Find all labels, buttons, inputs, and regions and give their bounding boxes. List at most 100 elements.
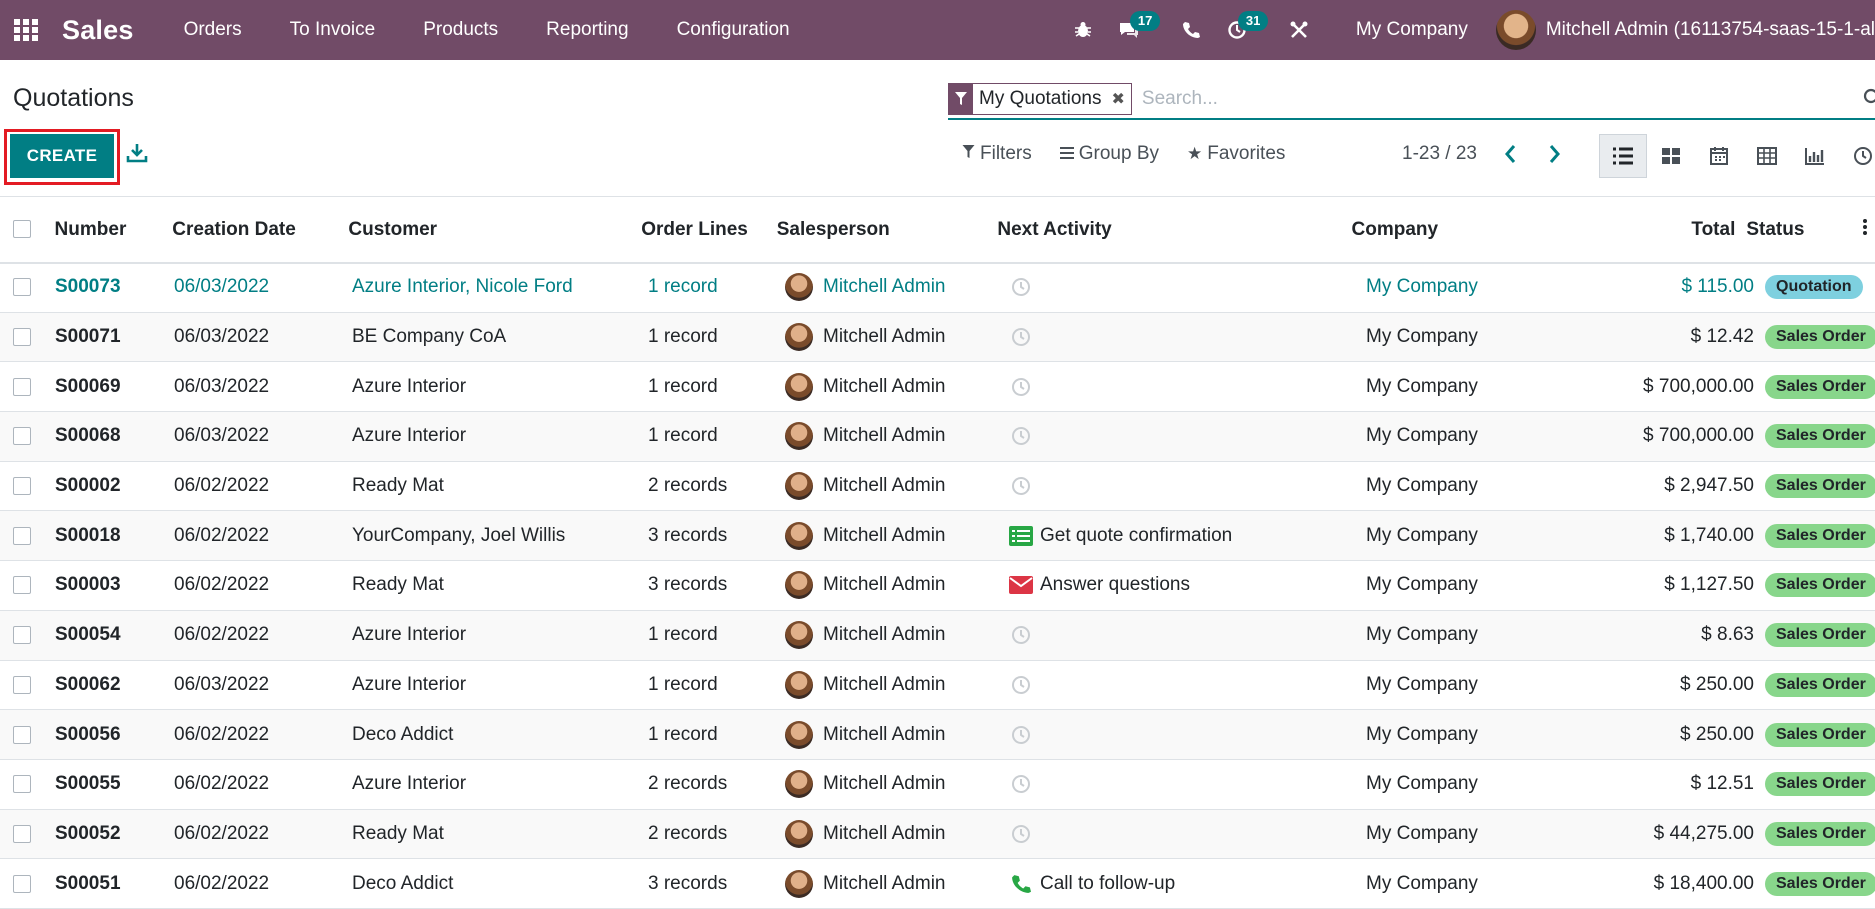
calendar-view-icon[interactable] (1695, 134, 1743, 178)
activities-clock-icon[interactable]: 31 (1220, 11, 1269, 47)
company-switcher[interactable]: My Company (1356, 19, 1468, 41)
pager-value[interactable]: 1-23 / 23 (1402, 143, 1477, 165)
user-menu[interactable]: Mitchell Admin (16113754-saas-15-1-al (1495, 10, 1875, 50)
envelope-icon[interactable] (1008, 572, 1034, 598)
debug-bug-icon[interactable] (1066, 13, 1100, 47)
clock-icon[interactable] (1008, 672, 1034, 698)
list-view-icon[interactable] (1599, 134, 1647, 178)
table-row[interactable]: S00018 06/02/2022 YourCompany, Joel Will… (0, 511, 1875, 562)
search-icon[interactable] (1863, 88, 1875, 110)
group-by-dropdown[interactable]: Group By (1059, 143, 1159, 165)
column-status[interactable]: Status (1746, 219, 1855, 241)
graph-view-icon[interactable] (1791, 134, 1839, 178)
next-activity[interactable] (1008, 771, 1366, 797)
clock-icon[interactable] (1008, 722, 1034, 748)
create-button[interactable]: CREATE (10, 134, 114, 178)
menu-products[interactable]: Products (423, 19, 498, 41)
row-checkbox[interactable] (0, 873, 55, 895)
row-checkbox[interactable] (0, 823, 55, 845)
search-input[interactable] (1137, 88, 1875, 110)
next-activity[interactable] (1008, 672, 1366, 698)
row-checkbox[interactable] (0, 475, 55, 497)
next-activity[interactable]: Answer questions (1008, 572, 1366, 598)
clock-icon[interactable] (1008, 274, 1034, 300)
pager-previous-icon[interactable] (1503, 143, 1519, 171)
next-activity[interactable] (1008, 722, 1366, 748)
clock-icon[interactable] (1008, 423, 1034, 449)
table-row[interactable]: S00056 06/02/2022 Deco Addict 1 record M… (0, 710, 1875, 760)
messages-chat-icon[interactable]: 17 (1112, 11, 1161, 47)
app-menu-grid-icon[interactable] (12, 19, 40, 41)
row-checkbox[interactable] (0, 326, 55, 348)
column-total[interactable]: Total (1490, 219, 1746, 241)
table-row[interactable]: S00002 06/02/2022 Ready Mat 2 records Mi… (0, 462, 1875, 512)
salesperson-avatar (785, 273, 813, 302)
menu-reporting[interactable]: Reporting (546, 19, 628, 41)
column-company[interactable]: Company (1352, 219, 1491, 241)
search-facet-my-quotations[interactable]: My Quotations ✖ (948, 83, 1132, 115)
row-checkbox[interactable] (0, 574, 55, 596)
select-all-checkbox[interactable] (0, 219, 55, 241)
menu-to-invoice[interactable]: To Invoice (290, 19, 376, 41)
column-order-lines[interactable]: Order Lines (641, 219, 777, 241)
pivot-view-icon[interactable] (1743, 134, 1791, 178)
table-row[interactable]: S00068 06/03/2022 Azure Interior 1 recor… (0, 412, 1875, 462)
column-creation-date[interactable]: Creation Date (172, 219, 348, 241)
next-activity[interactable] (1008, 473, 1366, 499)
table-row[interactable]: S00073 06/03/2022 Azure Interior, Nicole… (0, 263, 1875, 313)
next-activity[interactable] (1008, 622, 1366, 648)
salesperson-avatar (785, 571, 813, 600)
menu-configuration[interactable]: Configuration (677, 19, 790, 41)
facet-remove-icon[interactable]: ✖ (1108, 84, 1131, 114)
todo-list-icon[interactable] (1008, 523, 1034, 549)
download-export-icon[interactable] (126, 142, 152, 168)
row-checkbox[interactable] (0, 376, 55, 398)
row-checkbox[interactable] (0, 276, 55, 298)
table-row[interactable]: S00062 06/03/2022 Azure Interior 1 recor… (0, 661, 1875, 711)
menu-orders[interactable]: Orders (184, 19, 242, 41)
phone-icon[interactable] (1008, 871, 1034, 897)
next-activity[interactable] (1008, 423, 1366, 449)
clock-icon[interactable] (1008, 622, 1034, 648)
kanban-view-icon[interactable] (1647, 134, 1695, 178)
clock-icon[interactable] (1008, 473, 1034, 499)
app-brand[interactable]: Sales (62, 15, 134, 46)
next-activity[interactable] (1008, 274, 1366, 300)
next-activity[interactable] (1008, 324, 1366, 350)
row-checkbox[interactable] (0, 674, 55, 696)
clock-icon[interactable] (1008, 374, 1034, 400)
table-row[interactable]: S00054 06/02/2022 Azure Interior 1 recor… (0, 610, 1875, 661)
next-activity[interactable]: Call to follow-up (1008, 871, 1366, 897)
column-number[interactable]: Number (55, 219, 173, 241)
company: My Company (1366, 673, 1478, 695)
next-activity[interactable]: Get quote confirmation (1008, 523, 1366, 549)
row-checkbox[interactable] (0, 724, 55, 746)
table-row[interactable]: S00003 06/02/2022 Ready Mat 3 records Mi… (0, 561, 1875, 611)
table-row[interactable]: S00069 06/03/2022 Azure Interior 1 recor… (0, 362, 1875, 413)
column-salesperson[interactable]: Salesperson (777, 219, 998, 241)
phone-icon[interactable] (1174, 13, 1208, 47)
total: $ 8.63 (1701, 624, 1754, 646)
activity-view-icon[interactable] (1839, 134, 1875, 178)
clock-icon[interactable] (1008, 821, 1034, 847)
row-checkbox[interactable] (0, 773, 55, 795)
favorites-dropdown[interactable]: ★ Favorites (1187, 143, 1285, 165)
table-row[interactable]: S00052 06/02/2022 Ready Mat 2 records Mi… (0, 809, 1875, 860)
row-checkbox[interactable] (0, 624, 55, 646)
pager-next-icon[interactable] (1546, 143, 1562, 171)
clock-icon[interactable] (1008, 324, 1034, 350)
column-next-activity[interactable]: Next Activity (997, 219, 1351, 241)
row-checkbox[interactable] (0, 525, 55, 547)
row-checkbox[interactable] (0, 425, 55, 447)
table-row[interactable]: S00051 06/02/2022 Deco Addict 3 records … (0, 859, 1875, 909)
filters-dropdown[interactable]: Filters (962, 143, 1032, 165)
activity-summary: Answer questions (1040, 574, 1190, 596)
next-activity[interactable] (1008, 374, 1366, 400)
table-row[interactable]: S00055 06/02/2022 Azure Interior 2 recor… (0, 760, 1875, 810)
next-activity[interactable] (1008, 821, 1366, 847)
optional-columns-kebab-icon[interactable] (1855, 218, 1875, 242)
clock-icon[interactable] (1008, 771, 1034, 797)
tools-icon[interactable] (1282, 13, 1316, 47)
column-customer[interactable]: Customer (348, 219, 641, 241)
table-row[interactable]: S00071 06/03/2022 BE Company CoA 1 recor… (0, 312, 1875, 363)
